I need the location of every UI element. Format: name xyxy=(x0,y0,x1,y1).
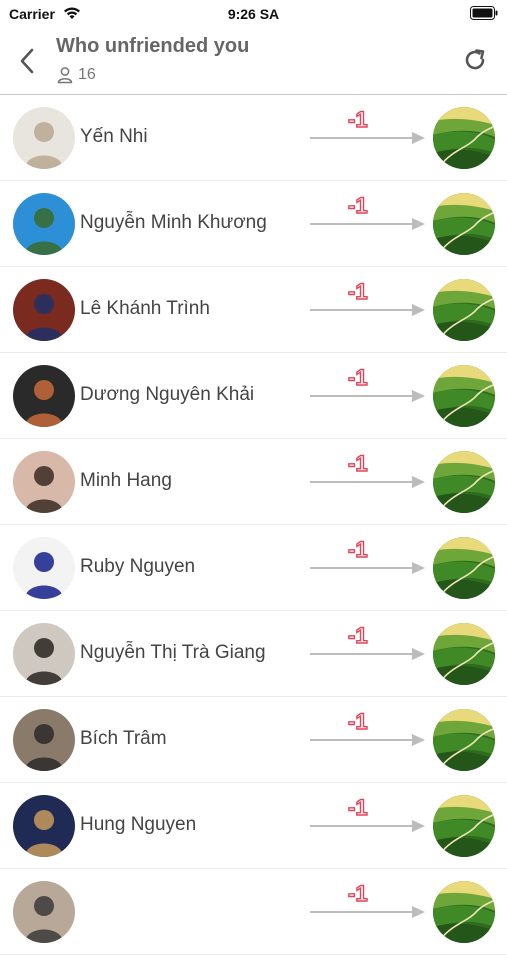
arrow-right-icon xyxy=(310,132,425,144)
unfriend-list: Yến Nhi -1 Nguyễn Minh Khương -1 Lê Khánh Tr… xyxy=(0,95,507,955)
list-item[interactable]: Bích Trâm -1 xyxy=(0,697,507,783)
list-item[interactable]: Hung Nguyen -1 xyxy=(0,783,507,869)
minus-one-badge: -1 xyxy=(347,880,368,906)
target-avatar xyxy=(433,709,495,771)
target-avatar xyxy=(433,881,495,943)
minus-one-badge: -1 xyxy=(347,364,368,390)
target-avatar xyxy=(433,451,495,513)
avatar xyxy=(13,623,75,685)
list-item[interactable]: Nguyễn Thị Trà Giang -1 xyxy=(0,611,507,697)
status-bar: Carrier 9:26 SA xyxy=(0,0,507,28)
friend-name: Yến Nhi xyxy=(80,126,148,147)
target-avatar xyxy=(433,365,495,427)
avatar xyxy=(13,451,75,513)
arrow-right-icon xyxy=(310,218,425,230)
list-item[interactable]: Dương Nguyên Khải -1 xyxy=(0,353,507,439)
target-avatar xyxy=(433,193,495,255)
friend-name: Hung Nguyen xyxy=(80,814,197,835)
person-icon xyxy=(57,67,73,84)
list-item[interactable]: Yến Nhi -1 xyxy=(0,95,507,181)
minus-one-badge: -1 xyxy=(347,106,368,132)
count-value: 16 xyxy=(78,66,96,83)
arrow-right-icon xyxy=(310,390,425,402)
list-item[interactable]: -1 xyxy=(0,869,507,955)
avatar xyxy=(13,365,75,427)
nav-bar: Who unfriended you 16 xyxy=(0,28,507,95)
friend-name: Nguyễn Thị Trà Giang xyxy=(80,642,266,663)
minus-one-badge: -1 xyxy=(347,622,368,648)
list-item[interactable]: Minh Hang -1 xyxy=(0,439,507,525)
list-item[interactable]: Ruby Nguyen -1 xyxy=(0,525,507,611)
minus-one-badge: -1 xyxy=(347,536,368,562)
friend-name: Minh Hang xyxy=(80,470,172,491)
minus-one-badge: -1 xyxy=(347,794,368,820)
target-avatar xyxy=(433,279,495,341)
friend-name: Lê Khánh Trình xyxy=(80,298,210,319)
minus-one-badge: -1 xyxy=(347,278,368,304)
arrow-right-icon xyxy=(310,648,425,660)
arrow-right-icon xyxy=(310,906,425,918)
avatar xyxy=(13,193,75,255)
refresh-button[interactable] xyxy=(459,44,491,76)
arrow-right-icon xyxy=(310,476,425,488)
target-avatar xyxy=(433,537,495,599)
avatar xyxy=(13,881,75,943)
target-avatar xyxy=(433,795,495,857)
minus-one-badge: -1 xyxy=(347,450,368,476)
arrow-right-icon xyxy=(310,734,425,746)
battery-icon xyxy=(470,6,498,25)
chevron-left-icon xyxy=(20,48,34,74)
avatar xyxy=(13,795,75,857)
avatar xyxy=(13,709,75,771)
target-avatar xyxy=(433,623,495,685)
arrow-right-icon xyxy=(310,820,425,832)
arrow-right-icon xyxy=(310,304,425,316)
friend-name: Bích Trâm xyxy=(80,728,167,749)
page-title: Who unfriended you xyxy=(56,35,250,57)
friend-name: Ruby Nguyen xyxy=(80,556,196,577)
minus-one-badge: -1 xyxy=(347,708,368,734)
list-item[interactable]: Nguyễn Minh Khương -1 xyxy=(0,181,507,267)
minus-one-badge: -1 xyxy=(347,192,368,218)
friend-name: Nguyễn Minh Khương xyxy=(80,212,267,233)
unfriend-count: 16 xyxy=(56,66,96,84)
avatar xyxy=(13,279,75,341)
avatar xyxy=(13,537,75,599)
back-button[interactable] xyxy=(12,44,42,78)
target-avatar xyxy=(433,107,495,169)
avatar xyxy=(13,107,75,169)
refresh-icon xyxy=(465,49,485,70)
list-item[interactable]: Lê Khánh Trình -1 xyxy=(0,267,507,353)
status-time: 9:26 SA xyxy=(227,6,280,22)
friend-name: Dương Nguyên Khải xyxy=(80,384,255,405)
arrow-right-icon xyxy=(310,562,425,574)
